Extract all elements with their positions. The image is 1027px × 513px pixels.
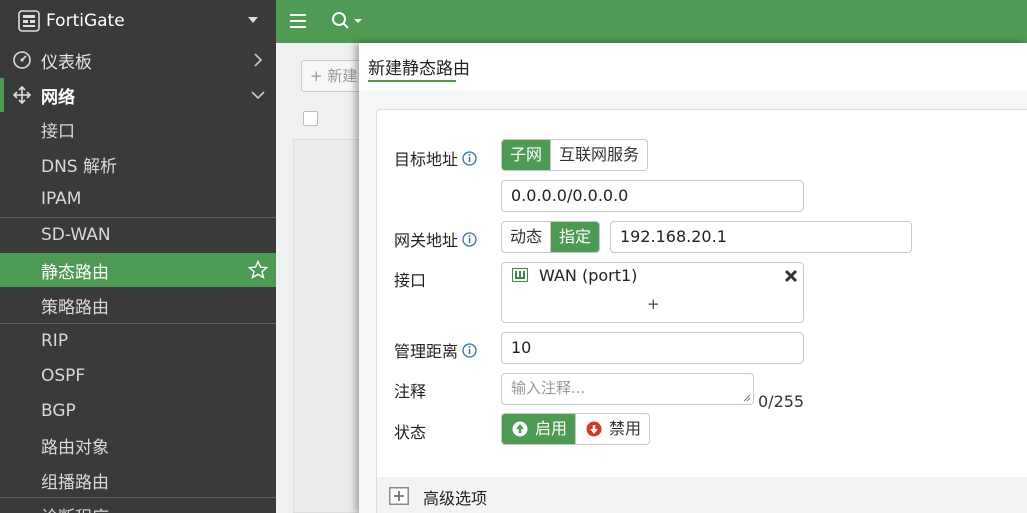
sidebar-item-dashboard[interactable]: 仪表板	[0, 43, 276, 77]
status-enable-option[interactable]: 启用	[502, 414, 576, 444]
sidebar-item-ipam[interactable]: IPAM	[0, 182, 276, 216]
sidebar-item-label: 路由对象	[41, 437, 109, 458]
add-interface-button[interactable]: +	[647, 295, 660, 313]
sidebar-item-label: 策略路由	[41, 297, 109, 318]
destination-subnet-option[interactable]: 子网	[502, 140, 551, 170]
administrative-distance-input[interactable]: 10	[501, 332, 804, 364]
sidebar-item-diagnostics[interactable]: 诊断程序	[0, 498, 276, 513]
sidebar-item-label: SD-WAN	[41, 225, 111, 245]
new-static-route-dialog: 新建静态路由 目标地址 子网 互联网服务 0.0.0.0/0.0.0.0 网关地…	[359, 43, 1027, 513]
destination-internet-service-option[interactable]: 互联网服务	[550, 140, 647, 170]
sidebar-item-label: 网络	[41, 87, 75, 108]
sidebar-item-label: 静态路由	[41, 262, 109, 283]
distance-label-text: 管理距离	[394, 342, 459, 361]
sidebar-item-label: OSPF	[41, 366, 86, 386]
favorite-star-icon[interactable]	[248, 260, 268, 280]
gateway-label: 网关地址	[394, 227, 477, 251]
dialog-header: 新建静态路由	[359, 43, 1027, 91]
remove-icon[interactable]	[784, 269, 798, 283]
search-icon[interactable]	[330, 10, 366, 32]
dialog-title: 新建静态路由	[368, 59, 470, 79]
interface-value: WAN (port1)	[539, 266, 638, 285]
sidebar-item-interfaces[interactable]: 接口	[0, 112, 276, 146]
hamburger-menu-icon[interactable]	[288, 12, 308, 30]
select-all-checkbox[interactable]	[303, 111, 318, 126]
sidebar-item-label: 诊断程序	[41, 503, 109, 513]
arrow-up-circle-icon	[512, 421, 528, 437]
top-bar	[276, 0, 1027, 43]
interface-select[interactable]: WAN (port1) +	[501, 262, 804, 323]
info-icon[interactable]	[462, 151, 477, 166]
comment-label: 注释	[394, 382, 427, 401]
chevron-down-icon	[251, 91, 265, 100]
resize-grip-icon[interactable]	[743, 394, 751, 402]
destination-subnet-input[interactable]: 0.0.0.0/0.0.0.0	[501, 180, 804, 212]
status-disable-label: 禁用	[609, 419, 642, 438]
sidebar-item-network[interactable]: 网络	[0, 78, 276, 112]
sidebar-item-label: IPAM	[41, 189, 82, 209]
status-label: 状态	[394, 423, 427, 442]
brand-name: FortiGate	[46, 11, 125, 31]
sidebar-item-routing-objects[interactable]: 路由对象	[0, 428, 276, 462]
info-icon[interactable]	[462, 232, 477, 247]
title-underline	[368, 80, 456, 82]
sidebar-item-bgp[interactable]: BGP	[0, 394, 276, 428]
sidebar-item-label: 接口	[41, 121, 75, 142]
sidebar-item-label: 组播路由	[41, 472, 109, 493]
sidebar-item-sdwan[interactable]: SD-WAN	[0, 218, 276, 252]
comment-textarea[interactable]: 输入注释...	[501, 373, 754, 405]
destination-label: 目标地址	[394, 146, 477, 170]
sidebar-item-ospf[interactable]: OSPF	[0, 359, 276, 393]
gateway-specify-option[interactable]: 指定	[550, 222, 600, 252]
gateway-address-input[interactable]: 192.168.20.1	[610, 221, 912, 253]
sidebar-item-multicast[interactable]: 组播路由	[0, 463, 276, 497]
status-enable-label: 启用	[535, 419, 568, 438]
fortigate-logo-icon	[18, 10, 40, 32]
gateway-dynamic-option[interactable]: 动态	[502, 222, 550, 252]
sidebar-item-label: DNS 解析	[41, 156, 118, 177]
sidebar-item-label: 仪表板	[41, 52, 92, 73]
comment-placeholder: 输入注释...	[511, 379, 586, 397]
gateway-type-toggle: 动态 指定	[501, 221, 601, 253]
brand-header[interactable]: FortiGate	[0, 0, 276, 42]
advanced-options-row[interactable]: 高级选项	[377, 477, 1027, 513]
comment-char-counter: 0/255	[758, 392, 805, 411]
network-move-icon	[12, 85, 32, 105]
destination-label-text: 目标地址	[394, 150, 459, 169]
expand-plus-icon[interactable]	[389, 487, 409, 505]
sidebar-item-static-routes[interactable]: 静态路由	[0, 253, 276, 287]
status-disable-option[interactable]: 禁用	[575, 414, 649, 444]
route-form: 目标地址 子网 互联网服务 0.0.0.0/0.0.0.0 网关地址 动态 指定…	[376, 109, 1027, 513]
destination-type-toggle: 子网 互联网服务	[501, 139, 649, 171]
sidebar-item-rip[interactable]: RIP	[0, 324, 276, 358]
sidebar-item-label: RIP	[41, 331, 69, 351]
brand-dropdown-icon[interactable]	[248, 17, 258, 23]
status-toggle: 启用 禁用	[501, 413, 651, 445]
arrow-down-circle-icon	[586, 421, 602, 437]
chevron-right-icon	[254, 53, 263, 67]
sidebar: FortiGate 仪表板 网络 接口 DNS 解析 IPAM SD-WAN 静…	[0, 0, 276, 513]
interface-label: 接口	[394, 271, 427, 290]
sidebar-item-policy-routes[interactable]: 策略路由	[0, 288, 276, 322]
distance-label: 管理距离	[394, 338, 477, 362]
gateway-label-text: 网关地址	[394, 231, 459, 250]
dashboard-icon	[13, 51, 31, 69]
routes-table-panel	[293, 139, 363, 513]
info-icon[interactable]	[462, 343, 477, 358]
sidebar-item-label: BGP	[41, 401, 76, 421]
sidebar-item-dns[interactable]: DNS 解析	[0, 147, 276, 181]
port-icon	[512, 268, 528, 282]
advanced-options-label: 高级选项	[423, 489, 488, 508]
